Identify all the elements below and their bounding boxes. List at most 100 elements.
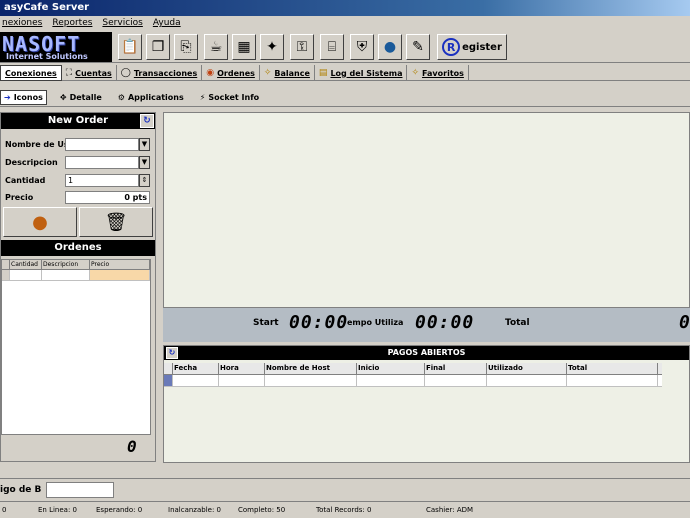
toolbar-key-button[interactable]: ⚿ (290, 34, 314, 60)
chevron-down-icon[interactable]: ▼ (139, 155, 150, 169)
toolbar-globe-button[interactable]: ● (378, 34, 402, 60)
add-order-button[interactable]: ● (3, 207, 77, 237)
cantidad-stepper[interactable]: 1 (65, 173, 139, 187)
table-row[interactable] (164, 375, 662, 387)
tab-label: Favoritos (422, 68, 464, 78)
tab-socket-info[interactable]: ⚡ Socket Info (197, 93, 262, 102)
menu-conexiones[interactable]: nexiones (2, 16, 42, 30)
tiempo-label: empo Utiliza (347, 318, 404, 327)
nombre-usuario-select[interactable] (65, 137, 139, 151)
lock-icon: ⛨ (356, 39, 368, 55)
precio-field[interactable]: 0 pts (65, 190, 150, 204)
status-total-records: Total Records: 0 (316, 506, 372, 514)
toolbar-tray-button[interactable]: ⌸ (320, 34, 344, 60)
cell[interactable] (10, 270, 42, 280)
toolbar-tag-button[interactable]: ✎ (406, 34, 430, 60)
column-header[interactable]: Total (567, 363, 658, 374)
field-cantidad-row: Cantidad 1 ⇕ (5, 173, 150, 187)
cell[interactable] (357, 375, 425, 386)
barcode-label: igo de B (0, 485, 42, 495)
tab-label: Conexiones (5, 68, 57, 78)
chevron-down-icon[interactable]: ▼ (139, 137, 150, 151)
tab-detalle[interactable]: ✥ Detalle (57, 93, 105, 102)
ordenes-grid[interactable]: Cantidad Descripcion Precio (1, 259, 151, 435)
cell[interactable] (487, 375, 567, 386)
tab-favoritos[interactable]: ✧ Favoritos (407, 65, 469, 81)
tab-transacciones[interactable]: ◯ Transacciones (117, 65, 203, 81)
toolbar-lock-button[interactable]: ⛨ (350, 34, 374, 60)
refresh-icon[interactable]: ↻ (166, 347, 178, 359)
column-header[interactable]: Hora (219, 363, 265, 374)
tab-conexiones[interactable]: Conexiones (0, 65, 62, 81)
cell[interactable] (42, 270, 90, 280)
refresh-icon[interactable]: ↻ (140, 114, 154, 128)
delete-order-button[interactable]: 🗑 (79, 207, 153, 237)
column-header[interactable]: Cantidad (10, 260, 42, 269)
burger-icon: ● (32, 211, 48, 233)
column-header[interactable]: Precio (90, 260, 150, 269)
status-esperando: Esperando: 0 (96, 506, 143, 514)
field-label: Nombre de Us (5, 139, 65, 149)
menu-reportes[interactable]: Reportes (52, 16, 92, 30)
window-title-bar[interactable]: asyCafe Server (0, 0, 690, 16)
cell[interactable] (90, 270, 150, 280)
ordenes-total: 0 (127, 437, 137, 456)
barcode-input[interactable] (46, 482, 114, 498)
table-row[interactable] (2, 270, 150, 281)
clipboard-icon: 📋 (121, 39, 139, 55)
tab-label: Balance (274, 68, 310, 78)
column-header[interactable]: Inicio (357, 363, 425, 374)
register-label: egister (462, 41, 502, 53)
tab-ordenes[interactable]: ◉ Ordenes (202, 65, 260, 81)
cell[interactable] (567, 375, 658, 386)
spin-icon[interactable]: ⇕ (139, 173, 150, 187)
tab-log-del-sistema[interactable]: ▤ Log del Sistema (315, 65, 408, 81)
descripcion-select[interactable] (65, 155, 139, 169)
menu-servicios[interactable]: Servicios (102, 16, 142, 30)
status-bar: 0 En Linea: 0 Esperando: 0 Inalcanzable:… (0, 503, 690, 518)
field-nombre-row: Nombre de Us ▼ (5, 137, 150, 151)
field-label: Precio (5, 192, 34, 202)
tab-label: Applications (127, 93, 184, 102)
menu-bar: nexiones Reportes Servicios Ayuda (0, 16, 690, 30)
toolbar-clipboard-button[interactable]: 📋 (118, 34, 142, 60)
tab-cuentas[interactable]: ⛶ Cuentas (62, 65, 117, 81)
detail-icon: ✥ (59, 93, 67, 102)
field-label: Descripcion (5, 157, 58, 167)
row-indicator (164, 375, 173, 386)
column-header[interactable]: Fecha (173, 363, 219, 374)
cell[interactable] (425, 375, 487, 386)
pagos-title: PAGOS ABIERTOS (387, 348, 466, 357)
tab-iconos[interactable]: ➔ Iconos (0, 90, 47, 105)
window-title: asyCafe Server (4, 2, 90, 13)
tab-applications[interactable]: ⚙ Applications (115, 93, 187, 102)
tab-label: Detalle (69, 93, 102, 102)
toolbar-grid-button[interactable]: ▦ (232, 34, 256, 60)
new-order-panel: New Order ↻ Nombre de Us ▼ Descripcion ▼… (0, 112, 156, 462)
column-header[interactable]: Descripcion (42, 260, 90, 269)
cell[interactable] (219, 375, 265, 386)
tag-icon: ✎ (412, 39, 424, 55)
pagos-grid[interactable]: Fecha Hora Nombre de Host Inicio Final U… (164, 363, 662, 387)
cell[interactable] (265, 375, 357, 386)
field-label: Cantidad (5, 175, 46, 185)
column-header[interactable]: Final (425, 363, 487, 374)
column-header[interactable]: Nombre de Host (265, 363, 357, 374)
toolbar-pages-button[interactable]: ⎘ (174, 34, 198, 60)
logo-tagline: Internet Solutions (6, 52, 88, 61)
icon-view-area[interactable] (163, 112, 690, 308)
cell[interactable] (173, 375, 219, 386)
register-button[interactable]: R egister (437, 34, 507, 60)
menu-ayuda[interactable]: Ayuda (153, 16, 181, 30)
tiempo-value: 00:00 (415, 312, 475, 333)
toolbar-run-button[interactable]: ✦ (260, 34, 284, 60)
toolbar-coffee-button[interactable]: ☕ (204, 34, 228, 60)
toolbar-copy-button[interactable]: ❐ (146, 34, 170, 60)
tab-balance[interactable]: ✧ Balance (260, 65, 315, 81)
pages-icon: ⎘ (180, 39, 192, 55)
column-header[interactable]: Utilizado (487, 363, 567, 374)
log-icon: ▤ (318, 67, 328, 78)
pagos-abiertos-panel: ↻ PAGOS ABIERTOS Fecha Hora Nombre de Ho… (163, 345, 690, 463)
main-tabs: Conexiones ⛶ Cuentas ◯ Transacciones ◉ O… (0, 65, 690, 81)
globe-icon: ● (383, 39, 397, 55)
